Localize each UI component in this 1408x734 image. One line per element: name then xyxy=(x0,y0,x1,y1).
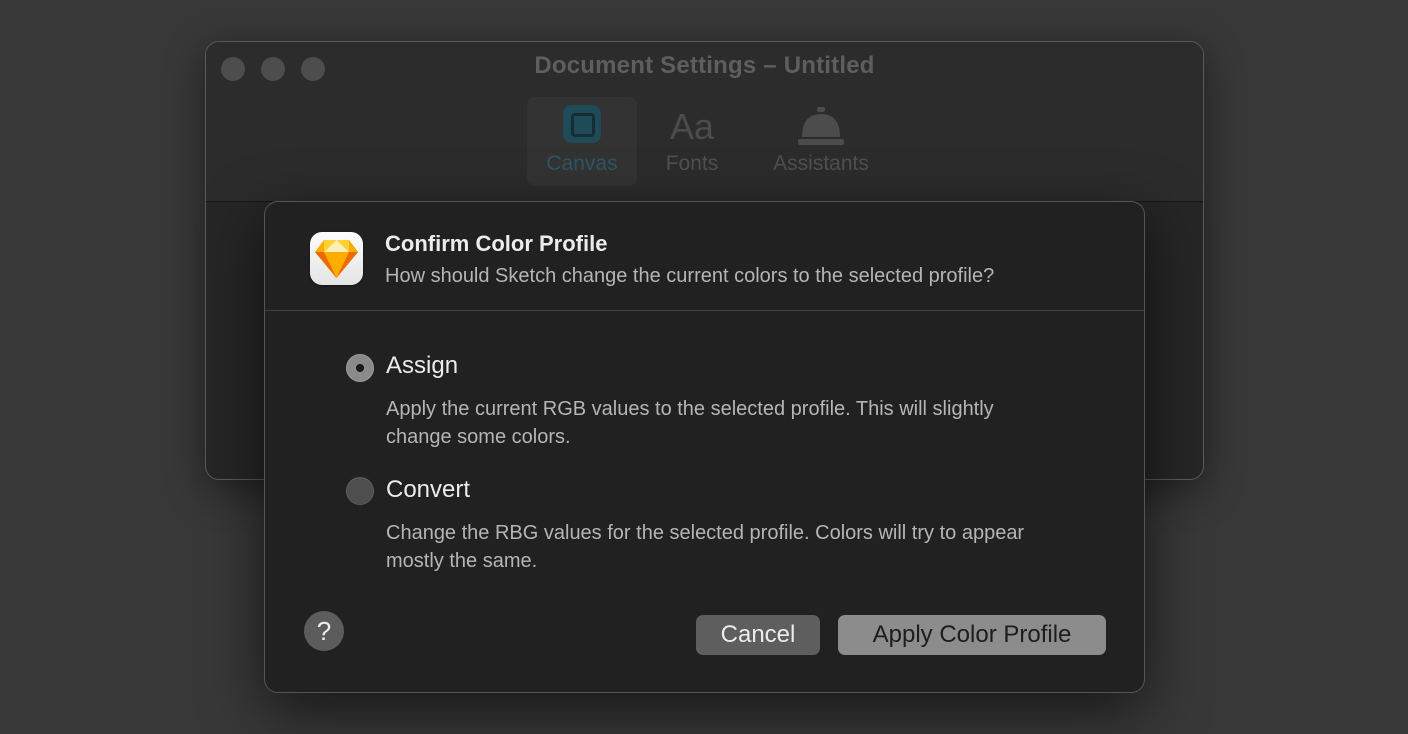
assign-label[interactable]: Assign xyxy=(386,352,458,380)
canvas-icon xyxy=(563,105,601,143)
assign-description: Apply the current RGB values to the sele… xyxy=(386,398,994,448)
confirm-color-profile-dialog: Confirm Color Profile How should Sketch … xyxy=(264,201,1145,693)
convert-radio[interactable] xyxy=(346,477,374,505)
tab-fonts-label: Fonts xyxy=(665,152,719,175)
help-button[interactable]: ? xyxy=(304,611,344,651)
tab-canvas[interactable]: Canvas xyxy=(527,97,637,186)
tab-assistants[interactable]: Assistants xyxy=(751,97,891,186)
window-title: Document Settings – Untitled xyxy=(534,52,875,79)
assign-radio[interactable] xyxy=(346,354,374,382)
settings-tabs: Canvas Aa Fonts Assistants xyxy=(527,97,891,186)
tab-canvas-label: Canvas xyxy=(546,152,618,175)
dialog-header: Confirm Color Profile How should Sketch … xyxy=(265,202,1144,311)
tab-assistants-label: Assistants xyxy=(773,152,869,175)
apply-color-profile-button[interactable]: Apply Color Profile xyxy=(838,615,1106,655)
convert-label[interactable]: Convert xyxy=(386,476,470,504)
bell-icon xyxy=(798,107,844,152)
dialog-title: Confirm Color Profile xyxy=(385,231,608,256)
dialog-subtitle: How should Sketch change the current col… xyxy=(385,265,995,287)
sketch-app-icon xyxy=(310,232,363,285)
tab-fonts[interactable]: Aa Fonts xyxy=(637,97,747,186)
window-toolbar: Document Settings – Untitled Canvas Aa F… xyxy=(206,42,1203,202)
desktop: Document Settings – Untitled Canvas Aa F… xyxy=(0,0,1408,734)
convert-description: Change the RBG values for the selected p… xyxy=(386,522,1025,572)
fonts-icon: Aa xyxy=(669,106,715,147)
cancel-button[interactable]: Cancel xyxy=(696,615,820,655)
